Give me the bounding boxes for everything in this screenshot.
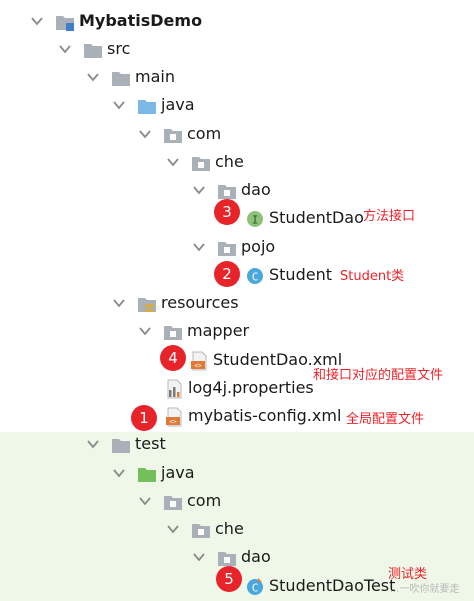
node-label: dao: [241, 547, 271, 566]
tree-row-src[interactable]: src: [0, 36, 474, 64]
callout-badge-1: 1: [131, 405, 157, 431]
folder-icon: [84, 44, 102, 58]
svg-text:<>: <>: [194, 363, 202, 370]
node-label: resources: [161, 293, 239, 312]
node-label: mapper: [187, 321, 250, 340]
project-name: MybatisDemo: [79, 11, 203, 30]
tree-row-project[interactable]: MybatisDemo: [0, 8, 474, 36]
package-icon: [192, 524, 210, 538]
chevron-down-icon[interactable]: [192, 550, 206, 564]
chevron-down-icon[interactable]: [86, 437, 100, 451]
package-icon: [218, 185, 236, 199]
resources-folder-icon: [138, 298, 156, 312]
package-icon: [218, 552, 236, 566]
node-label: StudentDao: [269, 208, 364, 227]
package-icon: [218, 242, 236, 256]
node-label: java: [161, 95, 195, 114]
chevron-down-icon[interactable]: [112, 296, 126, 310]
chevron-down-icon[interactable]: [192, 183, 206, 197]
package-icon: [164, 129, 182, 143]
tree-row-test[interactable]: test: [0, 431, 474, 459]
tree-row-test-com[interactable]: com: [0, 488, 474, 516]
node-label: com: [187, 491, 222, 510]
tree-row-mapper[interactable]: mapper: [0, 318, 474, 346]
package-icon: [164, 326, 182, 340]
callout-badge-2: 2: [214, 261, 240, 287]
watermark: ...一吹你就要走: [390, 584, 460, 595]
chevron-down-icon[interactable]: [86, 70, 100, 84]
callout-badge-4: 4: [160, 345, 186, 371]
xml-file-icon: <>: [191, 351, 207, 371]
chevron-down-icon[interactable]: [138, 324, 152, 338]
node-label: mybatis-config.xml: [188, 406, 342, 425]
chevron-down-icon[interactable]: [166, 522, 180, 536]
interface-icon: I: [247, 211, 263, 227]
tree-row-com[interactable]: com: [0, 121, 474, 149]
chevron-down-icon[interactable]: [138, 494, 152, 508]
svg-text:C: C: [252, 271, 259, 284]
node-label: dao: [241, 180, 271, 199]
node-label: pojo: [241, 237, 276, 256]
chevron-down-icon[interactable]: [112, 466, 126, 480]
annotation-mapper-config: 和接口对应的配置文件: [313, 368, 444, 383]
node-label: che: [215, 152, 244, 171]
properties-file-icon: [167, 379, 182, 399]
annotation-student-class: Student类: [340, 269, 405, 284]
tree-row-test-java[interactable]: java: [0, 460, 474, 488]
node-label: Student: [269, 265, 332, 284]
tree-row-dao[interactable]: dao: [0, 177, 474, 205]
package-icon: [192, 157, 210, 171]
chevron-down-icon[interactable]: [112, 98, 126, 112]
node-label: src: [107, 39, 131, 58]
tree-row-resources[interactable]: resources: [0, 290, 474, 318]
chevron-down-icon[interactable]: [138, 127, 152, 141]
node-label: che: [215, 519, 244, 538]
annotation-global-config: 全局配置文件: [346, 412, 425, 427]
source-folder-icon: [138, 100, 156, 114]
chevron-down-icon[interactable]: [30, 14, 44, 28]
project-tree: MybatisDemo src main java com che dao I …: [0, 0, 474, 601]
svg-text:I: I: [252, 214, 259, 227]
class-icon: C: [247, 268, 263, 284]
svg-text:C: C: [252, 582, 259, 595]
node-label: main: [135, 67, 175, 86]
annotation-interface: 方法接口: [363, 209, 416, 224]
svg-text:<>: <>: [169, 419, 177, 426]
tree-row-pojo[interactable]: pojo: [0, 234, 474, 262]
node-label: test: [135, 434, 166, 453]
callout-badge-3: 3: [214, 199, 240, 225]
chevron-down-icon[interactable]: [166, 155, 180, 169]
node-label: log4j.properties: [188, 378, 314, 397]
callout-badge-5: 5: [216, 566, 242, 592]
test-source-folder-icon: [138, 468, 156, 482]
chevron-down-icon[interactable]: [58, 42, 72, 56]
xml-file-icon: <>: [166, 407, 182, 427]
annotation-test-class: 测试类: [388, 567, 428, 582]
folder-icon: [112, 439, 130, 453]
folder-icon: [112, 72, 130, 86]
tree-row-che[interactable]: che: [0, 149, 474, 177]
node-label: com: [187, 124, 222, 143]
node-label: java: [161, 463, 195, 482]
node-label: StudentDaoTest: [269, 576, 396, 595]
tree-row-java[interactable]: java: [0, 92, 474, 120]
tree-row-test-che[interactable]: che: [0, 516, 474, 544]
tree-row-main[interactable]: main: [0, 64, 474, 92]
cutoff-row: [0, 0, 474, 8]
test-class-icon: C: [247, 578, 263, 595]
module-folder-icon: [56, 16, 74, 31]
chevron-down-icon[interactable]: [192, 240, 206, 254]
package-icon: [164, 496, 182, 510]
